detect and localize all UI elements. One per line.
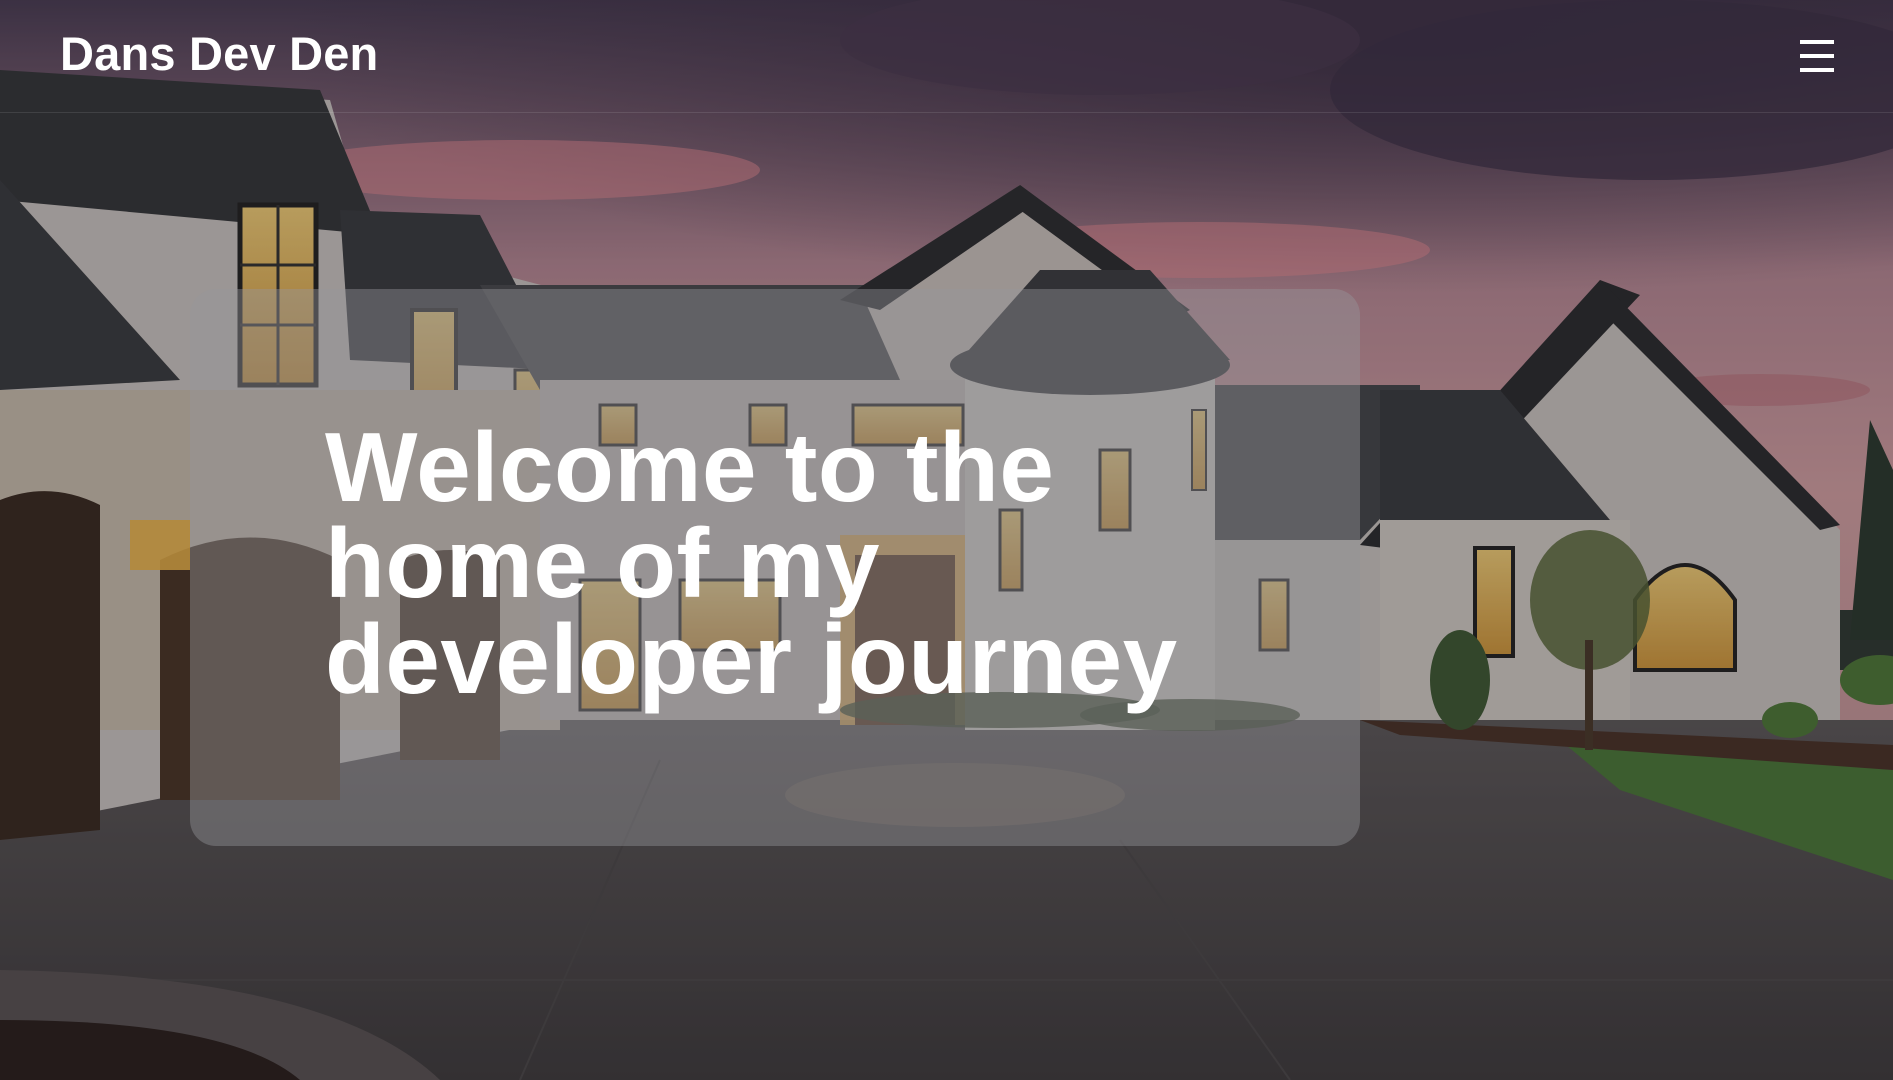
menu-bar xyxy=(1800,40,1834,44)
hero-title: Welcome to the home of my developer jour… xyxy=(325,412,1178,714)
top-navbar: Dans Dev Den xyxy=(0,0,1893,113)
menu-bar xyxy=(1800,54,1834,58)
landing-page: Dans Dev Den Welcome to the home of my d… xyxy=(0,0,1893,1080)
hero-card: Welcome to the home of my developer jour… xyxy=(190,289,1360,846)
menu-bar xyxy=(1800,68,1834,72)
site-brand-logo[interactable]: Dans Dev Den xyxy=(60,26,378,82)
hamburger-menu-icon[interactable] xyxy=(1797,36,1837,76)
